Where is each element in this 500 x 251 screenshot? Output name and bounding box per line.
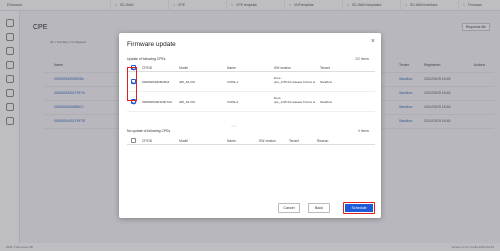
select-all-checkbox[interactable]	[131, 137, 136, 143]
table-row[interactable]: 000052540D5D3D4 x86_64-VM VCPE-1 linux- …	[127, 72, 375, 92]
no-update-table-header: CPEID Model Name SW version Tenant Reaso…	[127, 136, 375, 145]
table-row[interactable]: 00005254001F9F7A0 x86_64-VM VCPE-2 linux…	[127, 92, 375, 112]
back-button[interactable]: Back	[308, 203, 330, 213]
firmware-update-dialog: Firmware update × Update of following CP…	[119, 33, 381, 218]
update-table-header: CPEID Model Name SW version Tenant	[127, 63, 375, 72]
no-update-count: 0 items	[358, 129, 369, 133]
dialog-title: Firmware update	[127, 41, 176, 48]
no-update-table: CPEID Model Name SW version Tenant Reaso…	[127, 136, 375, 145]
update-count: 2/2 items	[355, 57, 369, 61]
update-section-label: Update of following CPEs	[127, 57, 166, 61]
cancel-button[interactable]: Cancel	[278, 203, 300, 213]
divider-handle-icon: ︿	[231, 123, 238, 129]
close-icon[interactable]: ×	[371, 38, 375, 45]
no-update-section-label: No update of following CPEs	[127, 129, 171, 133]
checkbox-highlight	[127, 67, 137, 101]
schedule-button-label: Schedule	[345, 204, 373, 212]
schedule-button[interactable]: Schedule	[343, 202, 375, 214]
update-table: CPEID Model Name SW version Tenant 00005…	[127, 63, 375, 112]
